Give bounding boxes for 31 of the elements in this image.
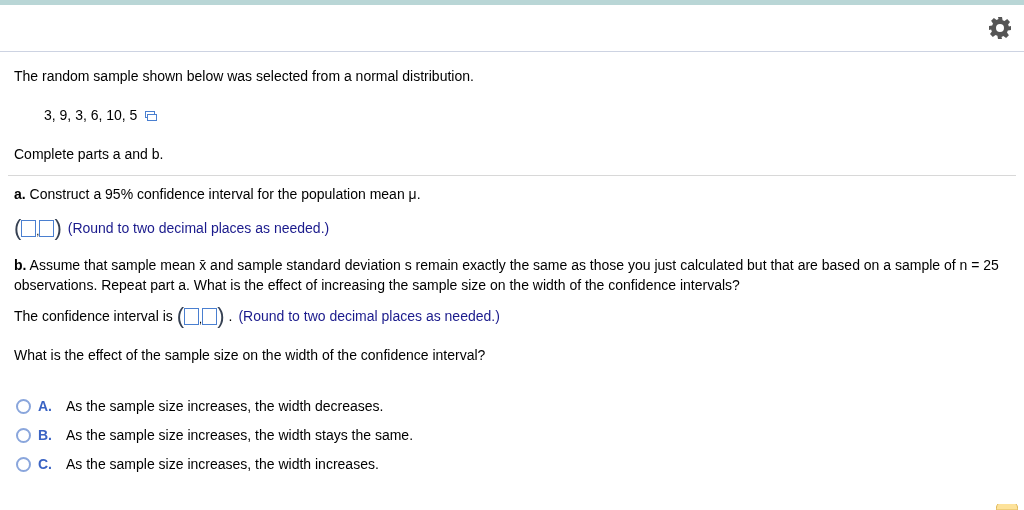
close-parenthesis: ) <box>217 305 225 327</box>
period: . <box>228 306 233 326</box>
radio-button[interactable] <box>16 399 31 414</box>
rounding-hint: (Round to two decimal places as needed.) <box>67 218 330 238</box>
comma: , <box>199 311 203 327</box>
radio-button[interactable] <box>16 457 31 472</box>
close-parenthesis: ) <box>54 217 62 239</box>
answer-box[interactable] <box>202 307 218 325</box>
option-letter: B. <box>38 426 53 445</box>
comma: , <box>36 223 40 239</box>
question-text: What is the effect of the sample size on the width of the confidence interval? <box>14 346 487 365</box>
rounding-hint: (Round to two decimal places as needed.) <box>238 306 500 326</box>
option-letter: C. <box>38 455 53 474</box>
intro-text: The random sample shown below was selected from a normal distribution. <box>14 67 475 86</box>
option-text: As the sample size increases, the width stays the same. <box>66 426 414 445</box>
radio-button[interactable] <box>16 428 31 443</box>
answer-box[interactable] <box>39 219 55 237</box>
answer-box[interactable] <box>21 219 37 237</box>
settings-icon[interactable] <box>988 16 1012 40</box>
open-parenthesis: ( <box>176 305 185 327</box>
option-text: As the sample size increases, the width decreases. <box>66 397 384 416</box>
copy-data-icon[interactable] <box>145 110 158 121</box>
open-parenthesis: ( <box>14 217 22 239</box>
option-letter: A. <box>38 397 53 416</box>
answer-box[interactable] <box>184 307 200 325</box>
sample-data: 3, 9, 3, 6, 10, 5 <box>44 106 138 125</box>
question-text: a. Construct a 95% confidence interval for the population mean μ. <box>14 185 422 204</box>
option-text: As the sample size increases, the width increases. <box>66 455 379 474</box>
question-text: b. Assume that sample mean x̄ and sample standard deviation s remain exactly the same as those you just calculated but that are based on a sample of n = 25 observations. Repeat part a. What is the effect of increasing the sample size on the width of the confidence intervals? <box>14 256 1000 295</box>
instruction-text: Complete parts a and b. <box>14 145 165 164</box>
prompt-text: The confidence interval is <box>14 306 173 326</box>
